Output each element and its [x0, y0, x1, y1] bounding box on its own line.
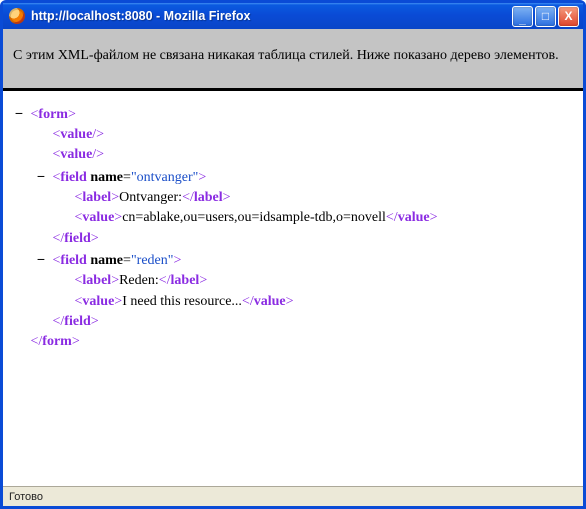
firefox-icon: [9, 8, 25, 24]
xml-node-value: <value>cn=ablake,ou=users,ou=idsample-td…: [13, 208, 573, 228]
xml-tree-view[interactable]: − <form> <value/> <value/> − <field name…: [3, 91, 583, 486]
collapse-toggle[interactable]: −: [35, 249, 47, 269]
xml-node-form-close: </form>: [13, 332, 573, 352]
xml-node-form-open: − <form>: [13, 103, 573, 125]
xml-node-field-close: </field>: [13, 229, 573, 249]
minimize-button[interactable]: _: [512, 6, 533, 27]
window-title: http://localhost:8080 - Mozilla Firefox: [31, 9, 512, 23]
xml-node-value: <value>I need this resource...</value>: [13, 292, 573, 312]
window-controls: _ □ X: [512, 6, 579, 27]
xml-node-label: <label>Reden:</label>: [13, 271, 573, 291]
xml-node-field-open: − <field name="ontvanger">: [13, 166, 573, 188]
close-button[interactable]: X: [558, 6, 579, 27]
xml-node-value-empty: <value/>: [13, 125, 573, 145]
stylesheet-notice: С этим XML-файлом не связана никакая таб…: [3, 29, 583, 91]
status-text: Готово: [9, 491, 43, 503]
maximize-button[interactable]: □: [535, 6, 556, 27]
collapse-toggle[interactable]: −: [13, 103, 25, 123]
xml-node-field-open: − <field name="reden">: [13, 249, 573, 271]
xml-node-value-empty: <value/>: [13, 145, 573, 165]
titlebar[interactable]: http://localhost:8080 - Mozilla Firefox …: [3, 3, 583, 29]
browser-window: http://localhost:8080 - Mozilla Firefox …: [0, 0, 586, 509]
collapse-toggle[interactable]: −: [35, 166, 47, 186]
status-bar: Готово: [3, 486, 583, 506]
xml-node-label: <label>Ontvanger:</label>: [13, 188, 573, 208]
xml-node-field-close: </field>: [13, 312, 573, 332]
